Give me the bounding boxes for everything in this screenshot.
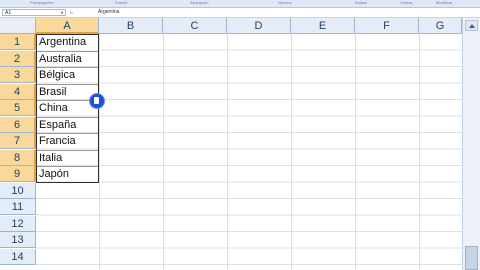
mouse-cursor-highlight-icon <box>90 94 104 108</box>
scroll-up-icon[interactable] <box>465 20 478 31</box>
ribbon-group-editing[interactable]: Modificar <box>436 0 452 6</box>
row-header-11[interactable]: 11 <box>0 199 36 215</box>
ribbon-group-alignment[interactable]: Alineación <box>190 0 208 6</box>
column-header-c[interactable]: C <box>163 18 227 34</box>
column-header-g[interactable]: G <box>419 18 462 34</box>
scroll-thumb[interactable] <box>465 246 478 270</box>
ribbon-group-cells[interactable]: Celdas <box>400 0 412 6</box>
fx-icon[interactable]: fx <box>70 9 96 16</box>
row-header-13[interactable]: 13 <box>0 232 36 248</box>
ribbon-group-clipboard[interactable]: Portapapeles <box>30 0 54 6</box>
spreadsheet-grid[interactable]: A B C D E F G 1 2 3 4 5 6 7 8 9 10 11 12… <box>0 18 462 270</box>
row-header-12[interactable]: 12 <box>0 215 36 232</box>
row-header-2[interactable]: 2 <box>0 50 36 67</box>
column-header-f[interactable]: F <box>355 18 419 34</box>
selection-range <box>36 34 99 183</box>
column-header-b[interactable]: B <box>99 18 163 34</box>
row-header-5[interactable]: 5 <box>0 100 36 116</box>
row-header-6[interactable]: 6 <box>0 116 36 133</box>
vertical-scrollbar[interactable] <box>462 18 480 270</box>
column-header-d[interactable]: D <box>227 18 291 34</box>
ribbon-group-font[interactable]: Fuente <box>115 0 127 6</box>
name-box[interactable]: A1 ▼ <box>2 9 66 16</box>
row-header-8[interactable]: 8 <box>0 149 36 166</box>
row-header-14[interactable]: 14 <box>0 248 36 265</box>
row-header-3[interactable]: 3 <box>0 67 36 83</box>
ribbon-group-styles[interactable]: Estilos <box>355 0 367 6</box>
name-box-value: A1 <box>5 10 12 16</box>
row-header-9[interactable]: 9 <box>0 166 36 182</box>
ribbon-group-number[interactable]: Número <box>278 0 292 6</box>
formula-input[interactable]: Argentina <box>98 9 458 16</box>
row-header-1[interactable]: 1 <box>0 34 36 50</box>
chevron-down-icon[interactable]: ▼ <box>60 10 64 16</box>
column-header-a[interactable]: A <box>36 18 99 34</box>
row-header-7[interactable]: 7 <box>0 133 36 149</box>
ribbon: Portapapeles Fuente Alineación Número Es… <box>0 0 480 8</box>
row-header-4[interactable]: 4 <box>0 83 36 100</box>
row-header-10[interactable]: 10 <box>0 182 36 199</box>
column-header-e[interactable]: E <box>291 18 355 34</box>
cell-area[interactable] <box>36 34 462 270</box>
formula-bar: A1 ▼ fx Argentina <box>0 8 480 18</box>
select-all-corner[interactable] <box>0 18 36 34</box>
